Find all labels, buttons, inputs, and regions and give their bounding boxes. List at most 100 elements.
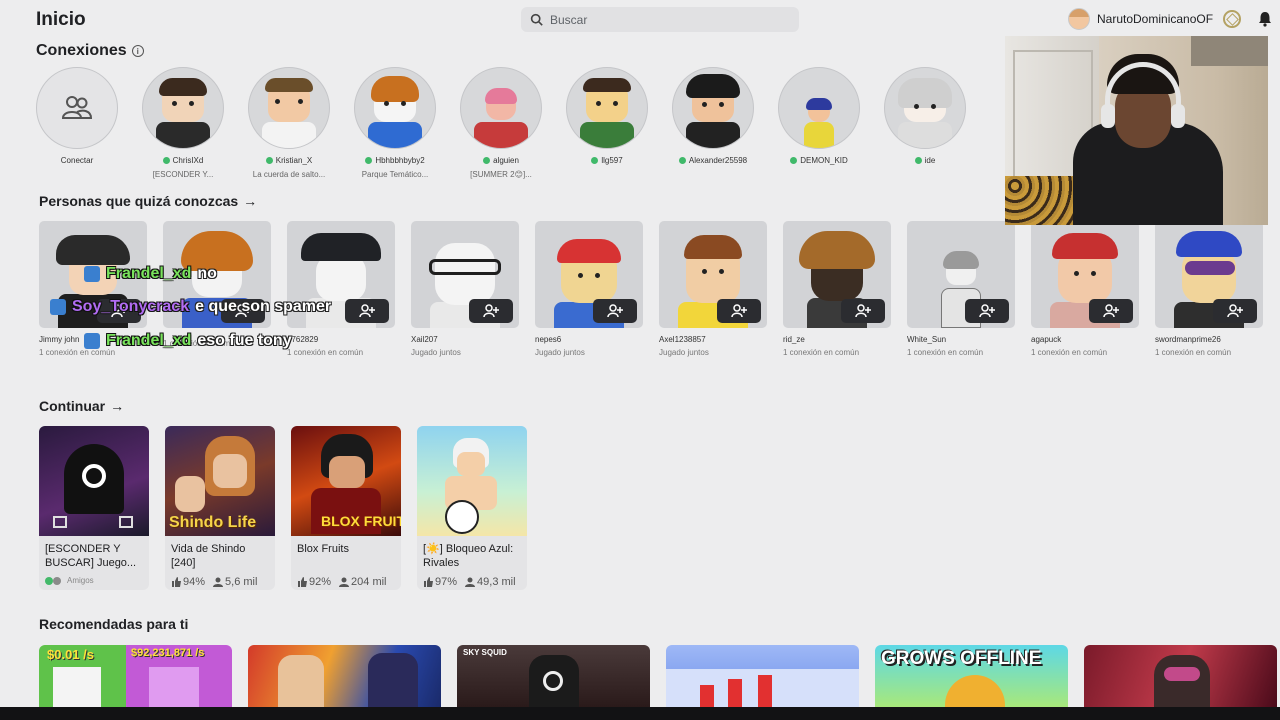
continue-title[interactable]: Continuar → [39, 398, 124, 414]
recommended-game[interactable] [666, 645, 859, 707]
friend-avatar[interactable] [460, 67, 542, 149]
rating: 92% [297, 576, 331, 588]
person-name: swordmanprime26 [1155, 335, 1221, 344]
person-card[interactable]: swordmanprime26 1 conexión en común [1155, 221, 1263, 357]
person-avatar[interactable] [1155, 221, 1263, 328]
arrow-right-icon[interactable]: → [243, 193, 257, 209]
person-card[interactable]: agapuck 1 conexión en común [1031, 221, 1139, 357]
add-friend-button[interactable] [1089, 299, 1133, 323]
recommended-game[interactable] [248, 645, 441, 707]
game-title: Vida de Shindo [240] [171, 543, 246, 569]
game-thumbnail[interactable] [39, 426, 149, 536]
friend-avatar[interactable] [566, 67, 648, 149]
friend-item[interactable]: Alexander25598 [672, 67, 754, 187]
add-friend-button[interactable] [841, 299, 885, 323]
recommended-game[interactable]: SKY SQUID [457, 645, 650, 707]
add-friend-icon [359, 304, 375, 318]
friend-avatar[interactable] [248, 67, 330, 149]
person-card[interactable]: White_Sun 1 conexión en común [907, 221, 1015, 357]
friend-avatar[interactable] [354, 67, 436, 149]
person-name: agapuck [1031, 335, 1062, 344]
person-name: rid_ze [783, 335, 805, 344]
friend-status: Parque Temático... [361, 170, 429, 179]
add-friend-button[interactable] [717, 299, 761, 323]
person-sub: 1 conexión en común [783, 348, 860, 357]
game-card[interactable]: [ESCONDER Y BUSCAR] Juego... Amigos [39, 426, 149, 590]
person-card[interactable]: Axel1238857 Jugado juntos [659, 221, 767, 357]
person-card[interactable]: nepes6 Jugado juntos [535, 221, 643, 357]
online-dot [483, 157, 491, 164]
info-icon[interactable]: i [131, 45, 144, 57]
page-title: Inicio [36, 9, 86, 30]
connections-title-text: Conexiones [36, 42, 127, 59]
add-friend-icon [483, 304, 499, 318]
friend-name: Kristian_X [248, 156, 330, 165]
person-name: 6762829 [287, 335, 319, 344]
add-friend-button[interactable] [965, 299, 1009, 323]
game-thumbnail[interactable] [417, 426, 527, 536]
friend-avatar[interactable] [884, 67, 966, 149]
recommended-game[interactable]: GROWS OFFLINE [875, 645, 1068, 707]
add-friend-button[interactable] [469, 299, 513, 323]
friend-item[interactable]: Kristian_X La cuerda de salto... [248, 67, 330, 187]
friend-status: [SUMMER 2😊]... [470, 170, 532, 179]
people-title[interactable]: Personas que quizá conozcas → [39, 193, 257, 209]
avatar[interactable] [1068, 8, 1090, 30]
friend-item[interactable]: alguien [SUMMER 2😊]... [460, 67, 542, 187]
person-card[interactable]: Xail207 Jugado juntos [411, 221, 519, 357]
chat-message: eso fue tony [197, 332, 292, 349]
friend-avatar[interactable] [672, 67, 754, 149]
username[interactable]: NarutoDominicanoOF [1097, 12, 1213, 26]
friend-item[interactable]: DEMON_KID [778, 67, 860, 187]
bell-icon[interactable] [1257, 10, 1273, 28]
friend-item[interactable]: Hbhbbhbyby2 Parque Temático... [354, 67, 436, 187]
game-thumbnail[interactable]: BLOX FRUITS [291, 426, 401, 536]
person-sub: 1 conexión en común [907, 348, 984, 357]
arrow-right-icon[interactable]: → [110, 398, 124, 414]
friend-item[interactable]: ChrisIXd [ESCONDER Y... [142, 67, 224, 187]
friend-item[interactable]: ide [884, 67, 966, 187]
add-friend-icon [855, 304, 871, 318]
game-card[interactable]: [☀️] Bloqueo Azul: Rivales 97% 49,3 mil [417, 426, 527, 590]
game-meta: Amigos [39, 570, 149, 585]
add-friend-icon [607, 304, 623, 318]
thumbs-up-icon [298, 577, 307, 587]
search-input[interactable] [550, 12, 780, 27]
person-avatar[interactable] [907, 221, 1015, 328]
recommended-game[interactable] [1084, 645, 1277, 707]
add-friend-button[interactable] [593, 299, 637, 323]
friend-item[interactable]: llg597 [566, 67, 648, 187]
connect-item[interactable]: Conectar [36, 67, 118, 187]
friend-name: llg597 [566, 156, 648, 165]
connections-title: Conexiones i [36, 42, 144, 60]
chat-user: Frandel_xd [106, 265, 192, 282]
game-title: [ESCONDER Y BUSCAR] Juego... [45, 543, 137, 569]
chat-user: Soy_Tonycrack [72, 298, 190, 315]
person-card[interactable]: 6762829 1 conexión en común [287, 221, 395, 357]
friend-avatar[interactable] [142, 67, 224, 149]
game-thumbnail[interactable]: Shindo Life [165, 426, 275, 536]
top-bar: Inicio NarutoDominicanoOF [0, 0, 1280, 40]
person-avatar[interactable] [535, 221, 643, 328]
user-area: NarutoDominicanoOF [1068, 8, 1273, 30]
connect-circle[interactable] [36, 67, 118, 149]
chat-line: Frandel_xd eso fue tony [84, 332, 292, 350]
game-card[interactable]: BLOX FRUITS Blox Fruits 92% 204 mil [291, 426, 401, 590]
search-box[interactable] [521, 7, 799, 32]
recommended-game[interactable]: $0.01 /s $92,231,871 /s [39, 645, 232, 707]
person-avatar[interactable] [659, 221, 767, 328]
friend-avatar[interactable] [778, 67, 860, 149]
person-avatar[interactable] [411, 221, 519, 328]
chat-message: e que son spamer [195, 298, 332, 315]
friend-name: DEMON_KID [778, 156, 860, 165]
game-card[interactable]: Shindo Life Vida de Shindo [240] 94% 5,6… [165, 426, 275, 590]
person-card[interactable]: rid_ze 1 conexión en común [783, 221, 891, 357]
thumbs-up-icon [424, 577, 433, 587]
person-avatar[interactable] [1031, 221, 1139, 328]
add-friend-button[interactable] [1213, 299, 1257, 323]
add-friend-button[interactable] [345, 299, 389, 323]
person-avatar[interactable] [783, 221, 891, 328]
chat-line: Soy_Tonycrack e que son spamer [50, 298, 331, 316]
webcam-overlay [1005, 36, 1268, 225]
robux-icon[interactable] [1223, 10, 1242, 28]
